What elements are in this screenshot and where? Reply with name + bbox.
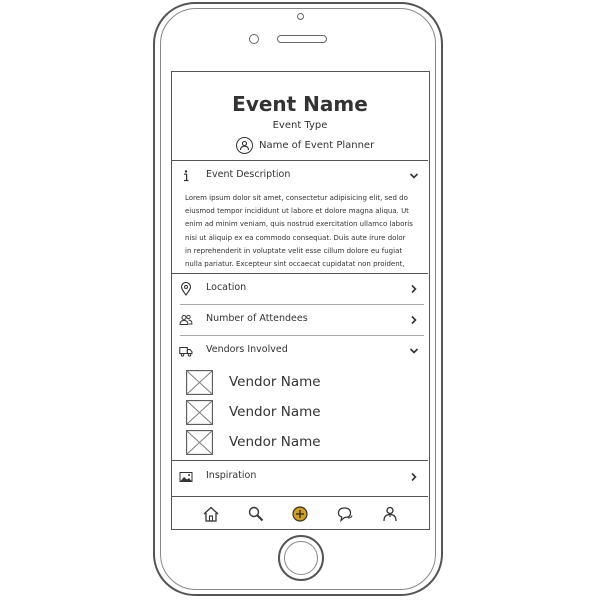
vendor-list-item[interactable]: Vendor Name (186, 400, 416, 427)
planner-avatar-icon (236, 136, 253, 154)
map-pin-icon (180, 282, 192, 296)
event-description-text: Lorem ipsum dolor sit amet, consectetur … (185, 194, 413, 269)
event-planner[interactable]: Name of Event Planner (236, 135, 374, 155)
section-label: Event Description (206, 169, 291, 180)
section-label: Number of Attendees (206, 313, 308, 324)
vendor-image-placeholder-icon (186, 400, 213, 425)
chevron-right-icon (411, 315, 417, 325)
people-icon (179, 314, 193, 325)
divider (172, 460, 428, 461)
profile-icon[interactable] (381, 505, 399, 523)
camera-dot (297, 13, 304, 20)
event-header: Event Name Event Type Name of Event Plan… (172, 72, 428, 160)
section-event-description[interactable]: Event Description (172, 161, 428, 191)
home-icon[interactable] (202, 505, 220, 523)
vendor-name: Vendor Name (229, 404, 321, 420)
section-label: Location (206, 282, 247, 293)
divider (172, 496, 428, 497)
section-inspiration[interactable]: Inspiration (172, 462, 428, 492)
event-name-title: Event Name (232, 92, 368, 116)
chat-icon[interactable] (336, 505, 354, 523)
planner-name: Name of Event Planner (259, 139, 375, 151)
section-label: Inspiration (206, 470, 257, 481)
vendor-image-placeholder-icon (186, 370, 213, 395)
section-location[interactable]: Location (172, 274, 428, 304)
home-button-ring (284, 541, 318, 575)
event-type-label: Event Type (272, 120, 328, 131)
chevron-right-icon (411, 472, 417, 482)
section-number-of-attendees[interactable]: Number of Attendees (172, 305, 428, 335)
chevron-right-icon (411, 284, 417, 294)
vendor-image-placeholder-icon (186, 430, 213, 455)
chevron-down-icon (409, 348, 419, 354)
section-vendors-involved[interactable]: Vendors Involved (172, 336, 428, 366)
image-icon (179, 472, 193, 482)
vendor-list-item[interactable]: Vendor Name (186, 430, 416, 457)
bottom-tab-bar (172, 499, 428, 529)
search-icon[interactable] (247, 505, 265, 523)
vendor-name: Vendor Name (229, 434, 321, 450)
chevron-down-icon (409, 173, 419, 179)
speaker-grille (277, 35, 327, 43)
vendor-list-item[interactable]: Vendor Name (186, 370, 416, 397)
truck-icon (179, 347, 193, 357)
home-button[interactable] (278, 535, 324, 581)
add-circle-icon[interactable] (291, 505, 309, 523)
front-sensor (249, 34, 259, 44)
info-icon (184, 170, 189, 182)
phone-screen: Event Name Event Type Name of Event Plan… (171, 71, 430, 530)
vendor-name: Vendor Name (229, 374, 321, 390)
section-label: Vendors Involved (206, 344, 288, 355)
